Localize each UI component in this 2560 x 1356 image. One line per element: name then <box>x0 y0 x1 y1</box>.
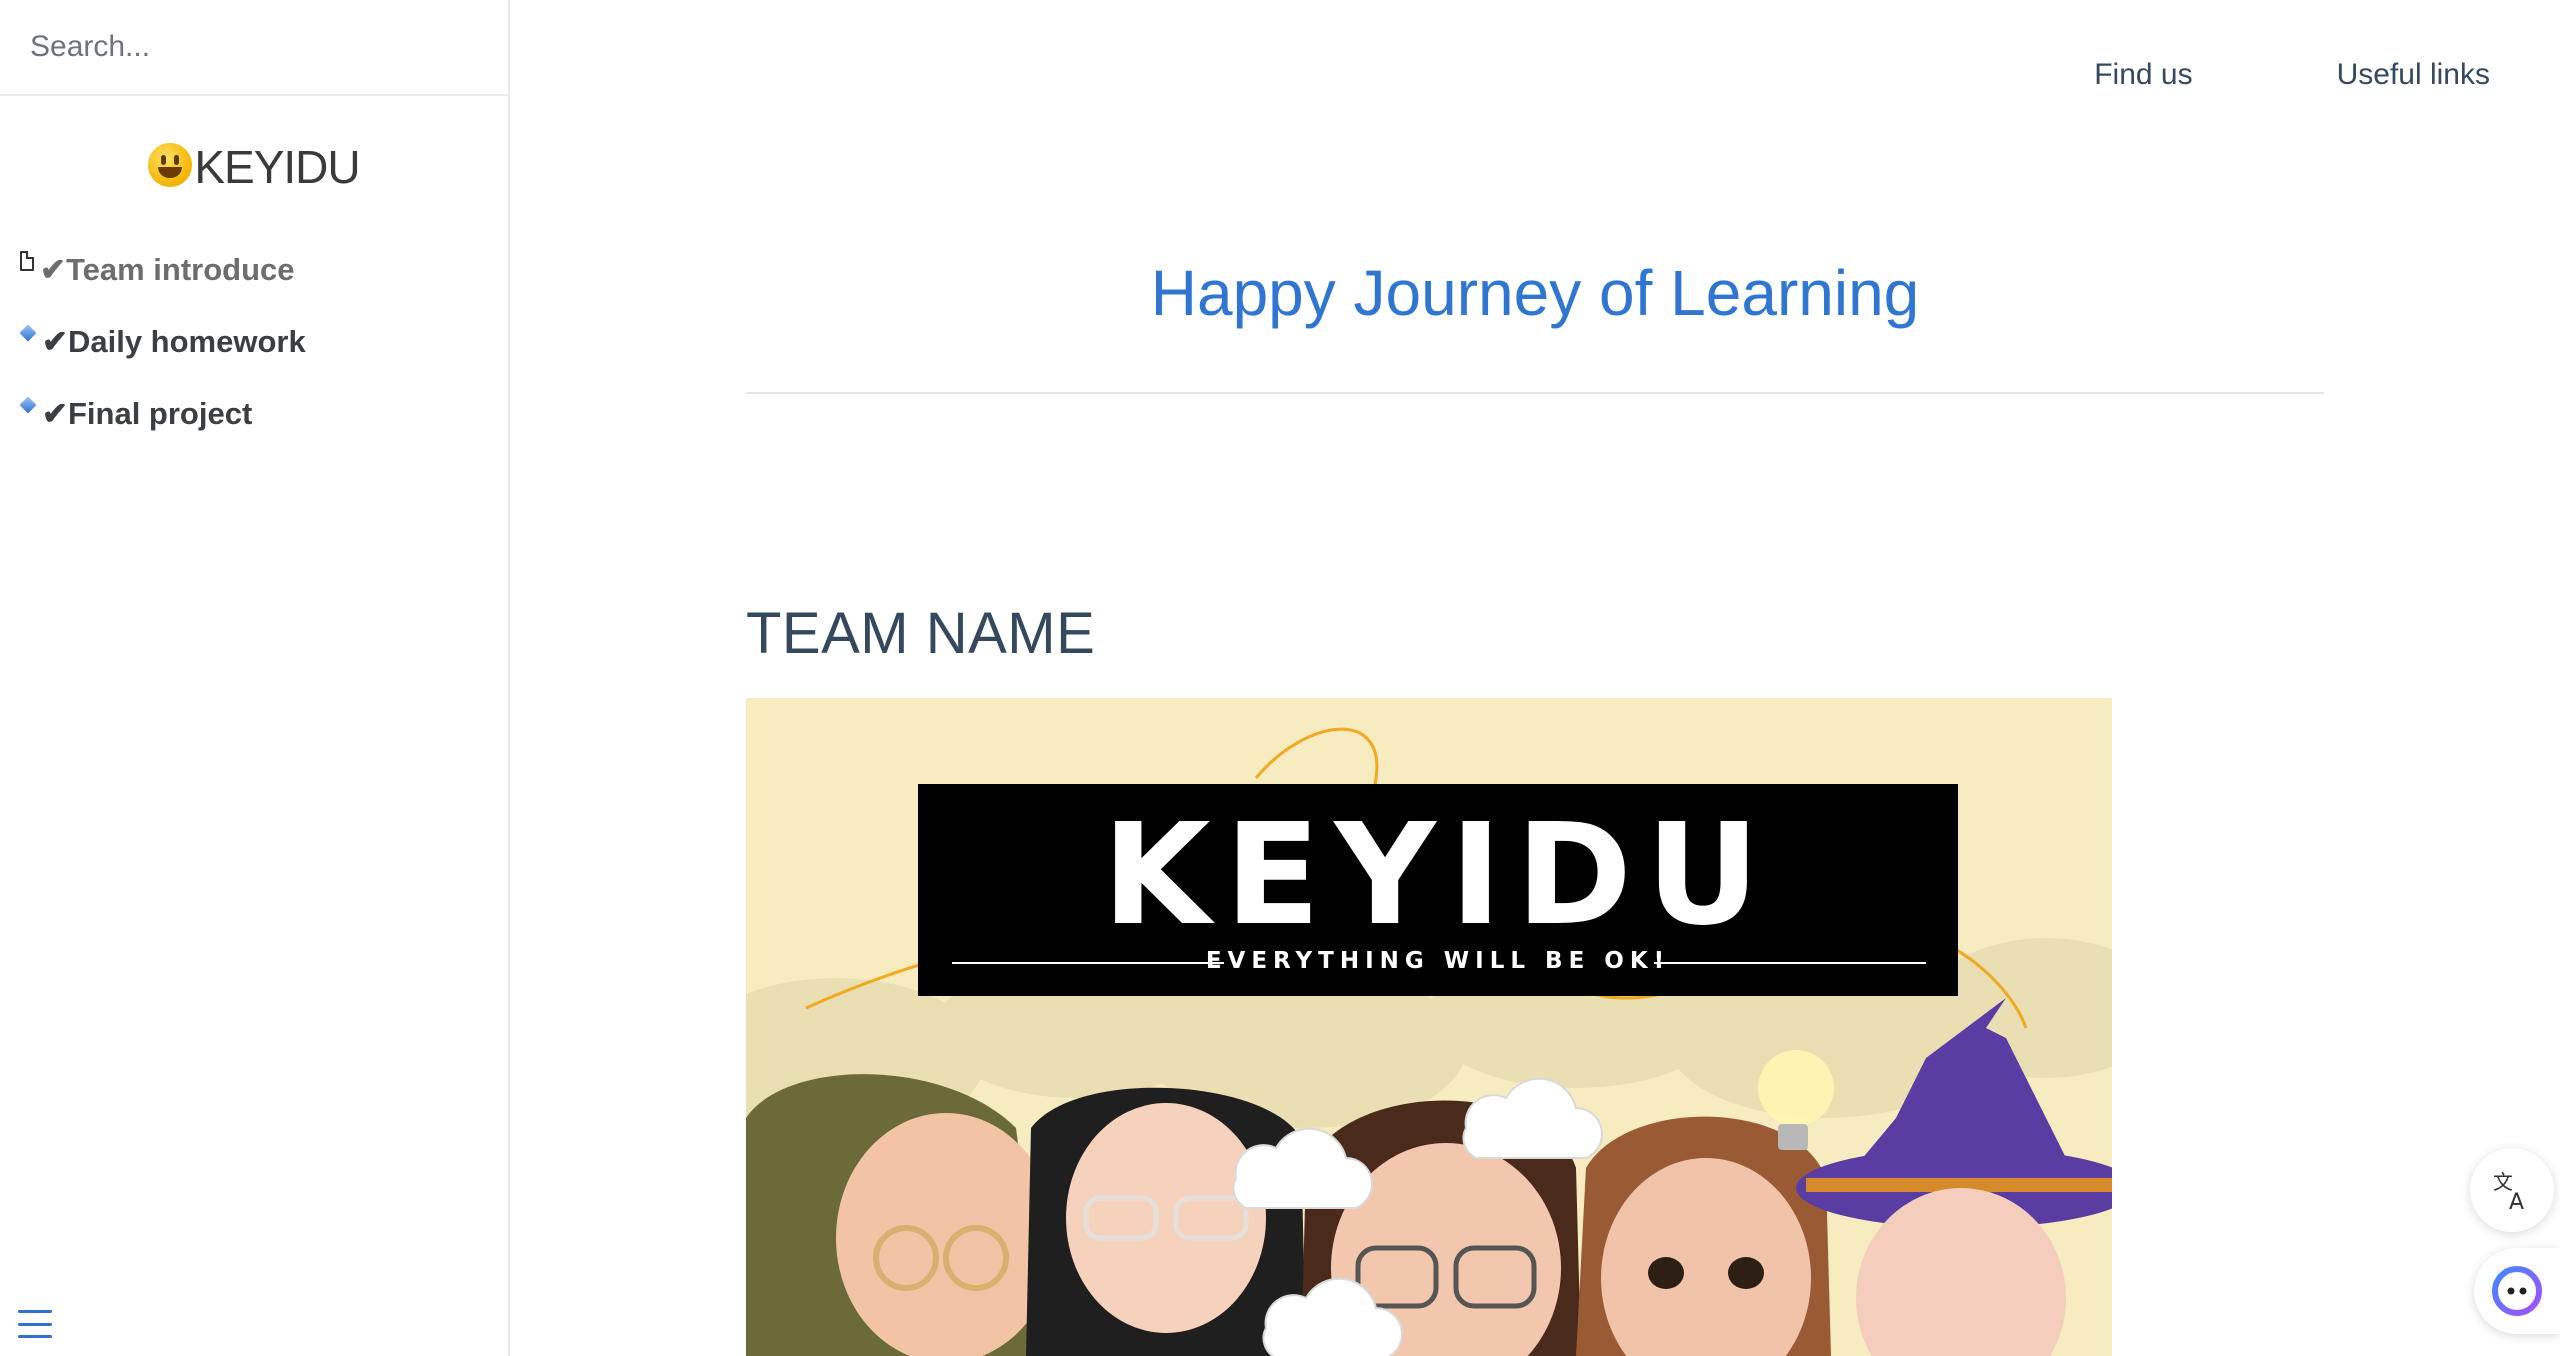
app-name-text: KEYIDU <box>194 141 360 193</box>
banner-logo-text: KEYIDU <box>1102 794 1774 957</box>
sidebar-item-label: ✔Daily homework <box>42 324 306 359</box>
smiley-emoji-icon <box>148 143 193 187</box>
sidebar-nav: ✔Team introduce ✔Daily homework ✔Final p… <box>0 234 508 450</box>
page-title: Happy Journey of Learning <box>1150 257 1920 329</box>
document-icon <box>20 251 34 271</box>
top-nav: Find us Useful links <box>1950 58 2490 92</box>
translate-button[interactable]: 文 A <box>2470 1148 2554 1232</box>
sidebar-item-daily-homework[interactable]: ✔Daily homework <box>19 306 508 378</box>
nav-link-useful-links[interactable]: Useful links <box>2337 58 2490 92</box>
diamond-icon <box>19 324 37 342</box>
nav-link-find-us[interactable]: Find us <box>2094 58 2192 92</box>
sidebar-item-team-introduce[interactable]: ✔Team introduce <box>20 234 508 306</box>
translate-icon: 文 A <box>2493 1170 2524 1213</box>
title-divider <box>746 392 2324 394</box>
app-name[interactable]: KEYIDU <box>0 140 508 194</box>
section-heading: TEAM NAME <box>746 601 1096 666</box>
search-bar <box>0 0 508 96</box>
svg-text:A: A <box>2509 1190 2524 1213</box>
banner-logo: KEYIDU EVERYTHING WILL BE OK! <box>918 784 1958 996</box>
assistant-icon <box>2492 1266 2542 1316</box>
sidebar: KEYIDU ✔Team introduce ✔Daily homework ✔… <box>0 0 510 1356</box>
sidebar-item-label: ✔Team introduce <box>40 252 295 287</box>
assistant-button[interactable] <box>2474 1248 2560 1334</box>
hamburger-menu-icon[interactable] <box>18 1310 52 1338</box>
sidebar-item-final-project[interactable]: ✔Final project <box>19 378 508 450</box>
sidebar-item-label: ✔Final project <box>42 396 253 431</box>
team-banner-image: KEYIDU EVERYTHING WILL BE OK! <box>746 698 2112 1356</box>
diamond-icon <box>19 396 37 414</box>
banner-tagline: EVERYTHING WILL BE OK! <box>1205 948 1671 974</box>
search-input[interactable] <box>28 29 472 65</box>
